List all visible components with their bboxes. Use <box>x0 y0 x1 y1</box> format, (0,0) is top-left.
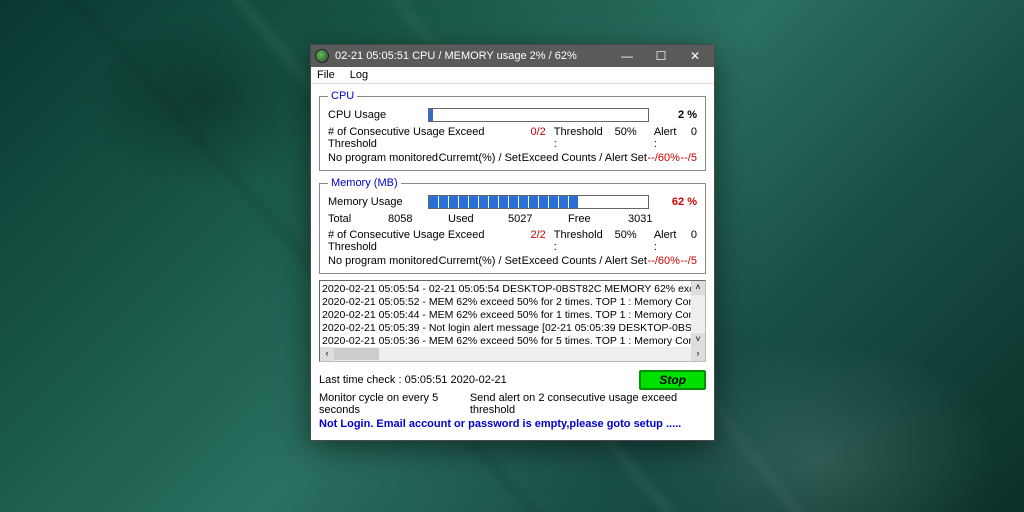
mem-used-label: Used <box>448 213 508 225</box>
cpu-exalert-value: --/5 <box>680 152 697 164</box>
menubar: File Log <box>311 67 714 84</box>
cpu-threshold-label: Threshold : <box>554 126 604 150</box>
lastcheck-value: 05:05:51 2020-02-21 <box>405 374 507 386</box>
mem-exalert-value: --/5 <box>680 255 697 267</box>
cpu-percent: 2 % <box>657 109 697 121</box>
cpu-curset-label: Curremt(%) / Set <box>439 152 522 164</box>
mem-curset-label: Curremt(%) / Set <box>439 255 522 267</box>
close-button[interactable]: ✕ <box>678 45 712 67</box>
cpu-exceed-value: 0/2 <box>531 126 546 138</box>
not-login-text: Not Login. Email account or password is … <box>319 418 681 430</box>
mem-curset-value: --/60% <box>648 255 680 267</box>
vertical-scrollbar[interactable]: ˄ ˅ <box>691 281 705 347</box>
cpu-alert-value: 0 <box>691 126 697 138</box>
minimize-button[interactable]: — <box>610 45 644 67</box>
memory-progressbar <box>428 195 649 209</box>
mem-alert-label: Alert : <box>654 229 680 253</box>
cpu-legend: CPU <box>328 90 357 102</box>
mem-alert-value: 0 <box>691 229 697 241</box>
maximize-button[interactable]: ☐ <box>644 45 678 67</box>
log-line: 2020-02-21 05:05:44 - MEM 62% exceed 50%… <box>322 309 691 322</box>
send-alert-text: Send alert on 2 consecutive usage exceed… <box>470 392 706 416</box>
mem-used-value: 5027 <box>508 213 568 225</box>
cpu-progressbar <box>428 108 649 122</box>
titlebar[interactable]: 02-21 05:05:51 CPU / MEMORY usage 2% / 6… <box>311 45 714 67</box>
cpu-usage-label: CPU Usage <box>328 109 428 121</box>
log-line: 2020-02-21 05:05:39 - Not login alert me… <box>322 322 691 335</box>
horizontal-scrollbar[interactable]: ‹ › <box>320 347 705 361</box>
memory-percent: 62 % <box>657 196 697 208</box>
mem-threshold-value: 50% <box>615 229 637 241</box>
mem-total-value: 8058 <box>388 213 448 225</box>
cpu-exalert-label: Exceed Counts / Alert Set <box>522 152 647 164</box>
mem-noprog: No program monitored <box>328 255 438 267</box>
scroll-down-icon[interactable]: ˅ <box>691 333 705 347</box>
mem-free-label: Free <box>568 213 628 225</box>
memory-group: Memory (MB) Memory Usage 62 % Total 8058… <box>319 177 706 274</box>
mem-total-label: Total <box>328 213 388 225</box>
client-area: CPU CPU Usage 2 % # of Consecutive Usage… <box>311 84 714 440</box>
memory-legend: Memory (MB) <box>328 177 401 189</box>
log-textbox[interactable]: 2020-02-21 05:05:54 - 02-21 05:05:54 DES… <box>319 280 706 362</box>
log-line: 2020-02-21 05:05:54 - 02-21 05:05:54 DES… <box>322 283 691 296</box>
lastcheck-label: Last time check : <box>319 374 402 386</box>
memory-usage-label: Memory Usage <box>328 196 428 208</box>
cpu-curset-value: --/60% <box>648 152 680 164</box>
menu-log[interactable]: Log <box>350 69 368 81</box>
cpu-alert-label: Alert : <box>654 126 680 150</box>
mem-exceed-label: # of Consecutive Usage Exceed Threshold <box>328 229 516 253</box>
cpu-noprog: No program monitored <box>328 152 438 164</box>
scroll-left-icon[interactable]: ‹ <box>320 347 334 361</box>
monitor-cycle-text: Monitor cycle on every 5 seconds <box>319 392 470 416</box>
scroll-up-icon[interactable]: ˄ <box>691 281 705 295</box>
app-icon <box>315 49 329 63</box>
menu-file[interactable]: File <box>317 69 335 81</box>
scroll-right-icon[interactable]: › <box>691 347 705 361</box>
mem-threshold-label: Threshold : <box>554 229 604 253</box>
log-line: 2020-02-21 05:05:52 - MEM 62% exceed 50%… <box>322 296 691 309</box>
footer: Last time check : 05:05:51 2020-02-21 St… <box>319 370 706 430</box>
mem-exalert-label: Exceed Counts / Alert Set <box>522 255 647 267</box>
cpu-group: CPU CPU Usage 2 % # of Consecutive Usage… <box>319 90 706 171</box>
stop-button[interactable]: Stop <box>639 370 706 390</box>
mem-exceed-value: 2/2 <box>531 229 546 241</box>
cpu-exceed-label: # of Consecutive Usage Exceed Threshold <box>328 126 516 150</box>
mem-free-value: 3031 <box>628 213 688 225</box>
app-window: 02-21 05:05:51 CPU / MEMORY usage 2% / 6… <box>310 44 715 441</box>
cpu-threshold-value: 50% <box>615 126 637 138</box>
window-title: 02-21 05:05:51 CPU / MEMORY usage 2% / 6… <box>335 50 610 62</box>
